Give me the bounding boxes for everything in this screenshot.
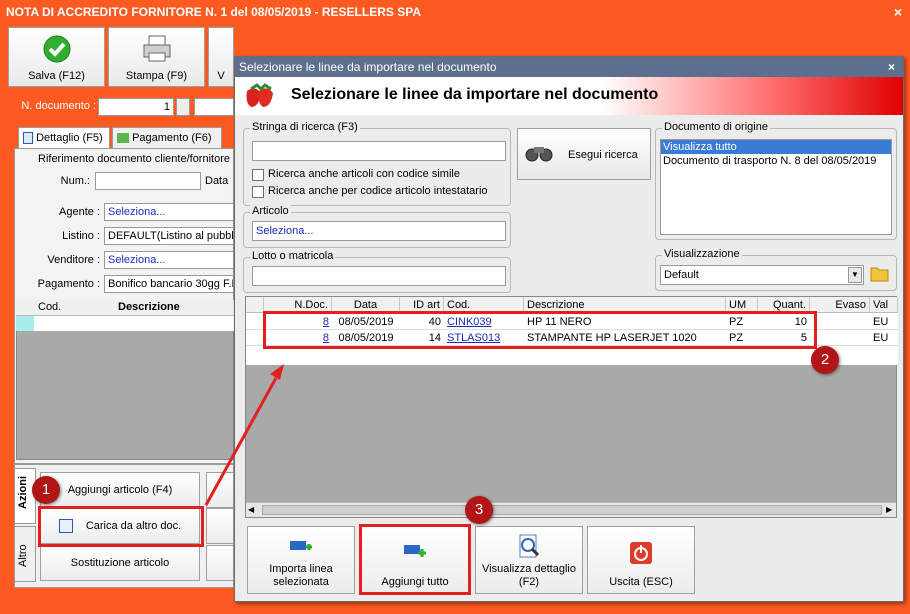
arrow-annotation bbox=[204, 364, 284, 506]
